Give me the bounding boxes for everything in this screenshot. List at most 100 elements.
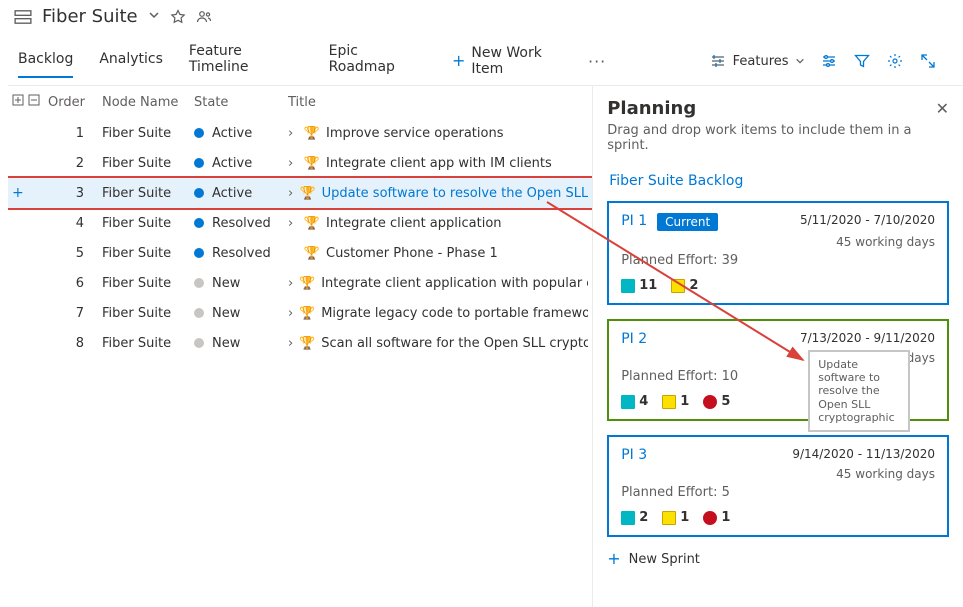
cell-node: Fiber Suite <box>102 156 194 171</box>
work-item-title[interactable]: Update software to resolve the Open SLL <box>322 186 589 201</box>
planning-panel: Planning ✕ Drag and drop work items to i… <box>592 86 963 607</box>
col-order[interactable]: Order <box>48 95 102 110</box>
cell-order: 7 <box>48 306 102 321</box>
cell-title[interactable]: ›🏆Migrate legacy code to portable framew… <box>288 306 588 321</box>
team-icon[interactable] <box>196 9 212 25</box>
sprint-name[interactable]: PI 3 <box>621 447 647 463</box>
fullscreen-icon[interactable] <box>920 52 937 70</box>
work-item-title: Improve service operations <box>326 126 503 141</box>
backlog-link[interactable]: Fiber Suite Backlog <box>609 173 947 189</box>
cell-title[interactable]: ›🏆Update software to resolve the Open SL… <box>288 186 588 201</box>
cell-title[interactable]: ›🏆Improve service operations <box>288 126 588 141</box>
chevron-right-icon[interactable]: › <box>288 276 293 291</box>
new-sprint-label: New Sprint <box>629 552 700 567</box>
table-row[interactable]: 1Fiber SuiteActive›🏆Improve service oper… <box>8 118 592 148</box>
cell-title[interactable]: 🏆 Customer Phone - Phase 1 <box>288 246 588 261</box>
panel-title: Planning <box>607 98 696 119</box>
tab-bar: Backlog Analytics Feature Timeline Epic … <box>8 37 963 86</box>
stat-badge: 1 <box>662 394 689 409</box>
cell-node: Fiber Suite <box>102 186 194 201</box>
view-options-label: Features <box>733 54 789 69</box>
trophy-icon: 🏆 <box>304 246 320 261</box>
tab-backlog[interactable]: Backlog <box>18 45 73 77</box>
sprint-card[interactable]: PI 39/14/2020 - 11/13/202045 working day… <box>607 435 949 537</box>
cell-state: New <box>194 276 288 291</box>
cell-order: 3 <box>48 186 102 201</box>
chevron-right-icon[interactable]: › <box>288 126 298 141</box>
new-sprint-button[interactable]: + New Sprint <box>607 551 949 567</box>
add-icon[interactable]: + <box>12 185 24 201</box>
chevron-down-icon[interactable] <box>148 9 160 25</box>
chevron-right-icon[interactable]: › <box>288 156 298 171</box>
stat-badge: 2 <box>671 278 698 293</box>
star-icon[interactable] <box>170 9 186 25</box>
tab-analytics[interactable]: Analytics <box>99 45 163 77</box>
work-item-title: Integrate client application with popula… <box>321 276 588 291</box>
chevron-right-icon[interactable]: › <box>288 306 293 321</box>
chevron-right-icon[interactable]: › <box>288 186 294 201</box>
col-node[interactable]: Node Name <box>102 95 194 110</box>
sprint-card[interactable]: PI 27/13/2020 - 9/11/202045 working days… <box>607 319 949 421</box>
sprint-card[interactable]: PI 1 Current 5/11/2020 - 7/10/2020 45 worki… <box>607 201 949 305</box>
close-icon[interactable]: ✕ <box>936 99 949 118</box>
plus-icon: + <box>607 551 620 567</box>
gear-icon[interactable] <box>887 52 904 70</box>
table-row[interactable]: 7Fiber SuiteNew›🏆Migrate legacy code to … <box>8 298 592 328</box>
cell-state: Active <box>194 156 288 171</box>
view-options-icon <box>709 52 727 70</box>
cell-title[interactable]: ›🏆Scan all software for the Open SLL cry… <box>288 336 588 351</box>
sprint-dates: 5/11/2020 - 7/10/2020 <box>800 213 935 227</box>
trophy-icon: 🏆 <box>299 306 315 321</box>
sprint-name[interactable]: PI 1 <box>621 213 647 229</box>
stat-bug: 1 <box>703 510 730 525</box>
table-row[interactable]: +3Fiber SuiteActive›🏆Update software to … <box>8 178 592 208</box>
cell-title[interactable]: ›🏆Integrate client app with IM clients <box>288 156 588 171</box>
cell-title[interactable]: › 🏆 Integrate client application <box>288 216 588 231</box>
work-item-title: Integrate client application <box>326 216 502 231</box>
cell-state: Resolved <box>194 246 288 261</box>
cell-node: Fiber Suite <box>102 216 194 231</box>
col-title[interactable]: Title <box>288 95 588 110</box>
tab-epic-roadmap[interactable]: Epic Roadmap <box>329 37 426 85</box>
chevron-right-icon[interactable]: › <box>288 336 293 351</box>
trophy-icon: 🏆 <box>304 216 320 231</box>
table-row[interactable]: 8Fiber SuiteNew›🏆Scan all software for t… <box>8 328 592 358</box>
filter-icon[interactable] <box>854 52 871 70</box>
col-state[interactable]: State <box>194 95 288 110</box>
table-row[interactable]: 2Fiber SuiteActive›🏆Integrate client app… <box>8 148 592 178</box>
stat-books: 2 <box>621 510 648 525</box>
more-icon[interactable]: ··· <box>588 52 606 71</box>
sprint-name[interactable]: PI 2 <box>621 331 647 347</box>
tab-feature-timeline[interactable]: Feature Timeline <box>189 37 303 85</box>
table-row[interactable]: 5Fiber SuiteResolved🏆Customer Phone - Ph… <box>8 238 592 268</box>
collapse-all-icon[interactable] <box>28 94 40 110</box>
settings-sliders-icon[interactable] <box>821 52 838 70</box>
cell-node: Fiber Suite <box>102 126 194 141</box>
trophy-icon: 🏆 <box>299 276 315 291</box>
cell-state: New <box>194 306 288 321</box>
work-item-title: Customer Phone - Phase 1 <box>326 246 498 261</box>
cell-node: Fiber Suite <box>102 276 194 291</box>
new-work-item-button[interactable]: + New Work Item <box>452 45 572 77</box>
working-days: 45 working days <box>621 467 935 481</box>
view-options[interactable]: Features <box>709 52 805 70</box>
current-badge: Current <box>657 213 718 231</box>
cell-order: 1 <box>48 126 102 141</box>
bug-icon <box>703 511 717 525</box>
working-days: 45 working days <box>621 235 935 249</box>
badge-icon <box>671 279 685 293</box>
drag-ghost: Update software to resolve the Open SLL … <box>809 351 909 431</box>
table-row[interactable]: 6Fiber SuiteNew›🏆Integrate client applic… <box>8 268 592 298</box>
table-row[interactable]: 4Fiber SuiteResolved›🏆Integrate client a… <box>8 208 592 238</box>
planned-effort: Planned Effort: 5 <box>621 485 935 500</box>
toolbar: + New Work Item ··· Features <box>452 45 953 77</box>
chevron-right-icon[interactable]: › <box>288 216 298 231</box>
books-icon <box>621 395 635 409</box>
stat-books: 4 <box>621 394 648 409</box>
stat-books: 11 <box>621 278 657 293</box>
stat-badge: 1 <box>662 510 689 525</box>
cell-title[interactable]: › 🏆 Integrate client application with popu… <box>288 276 588 291</box>
area-title: Fiber Suite <box>42 6 138 27</box>
expand-all-icon[interactable] <box>12 94 24 110</box>
cell-order: 4 <box>48 216 102 231</box>
